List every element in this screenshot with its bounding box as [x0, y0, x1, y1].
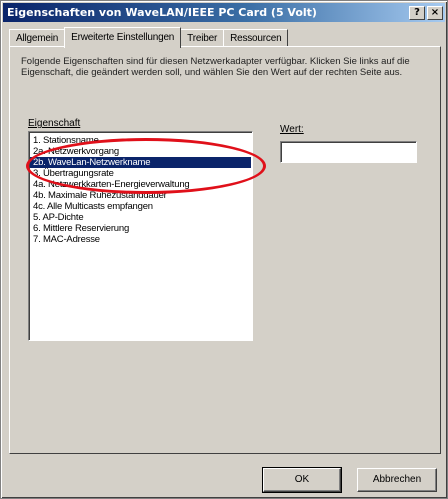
title-bar[interactable]: Eigenschaften von WaveLAN/IEEE PC Card (…: [3, 3, 445, 22]
list-item[interactable]: 2a. Netzwerkvorgang: [30, 146, 251, 157]
description-text: Folgende Eigenschaften sind für diesen N…: [21, 56, 410, 78]
list-item[interactable]: 4a. Netzwerkkarten-Energieverwaltung: [30, 179, 251, 190]
tab-ressourcen[interactable]: Ressourcen: [223, 29, 289, 47]
list-item[interactable]: 6. Mittlere Reservierung: [30, 223, 251, 234]
list-item[interactable]: 4b. Maximale Ruhezustanddauer: [30, 190, 251, 201]
tab-erweiterte-einstellungen[interactable]: Erweiterte Einstellungen: [64, 27, 182, 48]
property-label: Eigenschaft: [28, 118, 81, 129]
list-item[interactable]: 5. AP-Dichte: [30, 212, 251, 223]
tab-strip: Allgemein Erweiterte Einstellungen Treib…: [9, 27, 289, 48]
properties-dialog: Eigenschaften von WaveLAN/IEEE PC Card (…: [0, 0, 448, 499]
list-item[interactable]: 3. Übertragungsrate: [30, 168, 251, 179]
list-item[interactable]: 7. MAC-Adresse: [30, 234, 251, 245]
value-label: Wert:: [280, 124, 304, 135]
tab-treiber[interactable]: Treiber: [180, 29, 225, 47]
ok-button[interactable]: OK: [262, 467, 342, 493]
property-listbox[interactable]: 1. Stationsname 2a. Netzwerkvorgang 2b. …: [28, 131, 253, 341]
list-item-selected[interactable]: 2b. WaveLan-Netzwerkname: [30, 157, 251, 168]
list-item[interactable]: 1. Stationsname: [30, 135, 251, 146]
tab-allgemein[interactable]: Allgemein: [9, 29, 66, 47]
help-button[interactable]: ?: [409, 5, 425, 20]
list-item[interactable]: 4c. Alle Multicasts empfangen: [30, 201, 251, 212]
cancel-button[interactable]: Abbrechen: [357, 468, 437, 492]
value-input[interactable]: [280, 141, 417, 163]
close-button[interactable]: ×: [427, 5, 443, 20]
window-title: Eigenschaften von WaveLAN/IEEE PC Card (…: [7, 6, 317, 19]
